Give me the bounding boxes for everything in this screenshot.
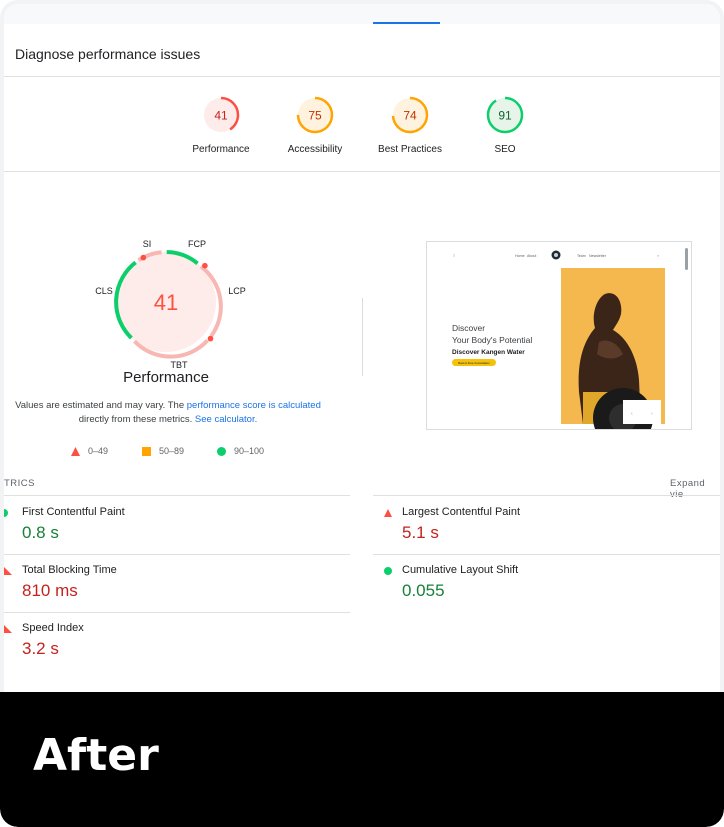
score-ring: 75 <box>296 96 334 134</box>
shot-cta: Book A Free Consultation <box>458 361 490 365</box>
legend-range: 0–49 <box>88 446 109 456</box>
metric-name: Speed Index <box>22 622 84 634</box>
shot-heading: Discover <box>452 323 485 333</box>
legend-range: 90–100 <box>234 446 265 456</box>
performance-title: Performance <box>123 369 209 386</box>
shot-nav-item: Team <box>577 254 586 258</box>
divider <box>4 554 350 555</box>
score-ring: 91 <box>486 96 524 134</box>
divider <box>373 554 720 555</box>
active-tab-indicator <box>373 22 440 24</box>
divider <box>373 495 720 496</box>
label-fcp: FCP <box>188 239 206 249</box>
tab-strip <box>4 4 720 24</box>
shot-heading: Your Body's Potential <box>452 335 532 345</box>
legend-range: 50–89 <box>159 446 185 456</box>
vertical-divider <box>362 298 363 376</box>
screenshot-image: ≡ Home About Team Newsletter ⌕ ‹ › Disco… <box>427 242 691 429</box>
metric-name: Cumulative Layout Shift <box>402 564 519 576</box>
note-text: Values are estimated and may vary. The <box>15 400 185 411</box>
gauge-label: Performance <box>192 144 250 155</box>
gauge-label: SEO <box>494 144 516 155</box>
score-ring: 74 <box>391 96 429 134</box>
metric-value: 3.2 s <box>22 639 59 658</box>
metric-si: Speed Index 3.2 s <box>4 614 352 672</box>
label-lcp: LCP <box>228 286 246 296</box>
gauge-label: Best Practices <box>378 144 442 155</box>
gauge-score: 74 <box>403 109 417 123</box>
metric-value: 810 ms <box>22 581 78 600</box>
label-cls: CLS <box>95 286 113 296</box>
gauge-best-practices[interactable]: 74 Best Practices <box>370 95 450 155</box>
svg-text:⌕: ⌕ <box>657 253 659 258</box>
gauge-label: Accessibility <box>287 144 343 155</box>
metric-name: Largest Contentful Paint <box>402 506 521 518</box>
label-si: SI <box>143 239 152 249</box>
legend-pass: 90–100 <box>217 446 264 456</box>
gauge-performance[interactable]: 41 Performance <box>181 95 261 155</box>
section-title: Diagnose performance issues <box>15 46 201 62</box>
marker-tbt <box>207 335 214 342</box>
metric-value: 0.8 s <box>22 523 59 542</box>
after-banner: After <box>0 692 724 827</box>
fail-triangle-icon <box>384 509 392 517</box>
metric-lcp: Largest Contentful Paint 5.1 s <box>384 498 720 556</box>
app-frame: Diagnose performance issues 41 Performan… <box>0 0 724 827</box>
banner-label: After <box>33 730 159 781</box>
report-panel: Diagnose performance issues 41 Performan… <box>4 4 720 694</box>
metric-cls: Cumulative Layout Shift 0.055 <box>384 556 720 614</box>
fail-triangle-icon <box>4 567 12 575</box>
divider <box>4 495 350 496</box>
shot-nav-item: Newsletter <box>589 254 607 258</box>
legend-fail: 0–49 <box>71 446 108 456</box>
page-screenshot[interactable]: ≡ Home About Team Newsletter ⌕ ‹ › Disco… <box>426 241 692 430</box>
circle-icon <box>217 446 226 456</box>
pass-circle-icon <box>384 567 392 575</box>
pass-circle-icon <box>4 509 8 517</box>
estimate-note: Values are estimated and may vary. The p… <box>12 399 324 427</box>
gauge-score: 75 <box>308 109 322 123</box>
performance-score: 41 <box>154 290 178 315</box>
gauge-seo[interactable]: 91 SEO <box>465 95 545 155</box>
divider <box>4 612 350 613</box>
metric-value: 5.1 s <box>402 523 439 542</box>
divider <box>4 76 720 77</box>
metric-fcp: First Contentful Paint 0.8 s <box>4 498 352 556</box>
square-icon <box>142 446 151 456</box>
gauge-score: 41 <box>214 109 228 123</box>
shot-nav-item: Home <box>515 254 525 258</box>
fail-triangle-icon <box>4 625 12 633</box>
divider <box>4 171 720 172</box>
metric-name: Total Blocking Time <box>22 564 117 576</box>
score-calc-link[interactable]: performance score is calculated <box>187 400 321 411</box>
performance-gauge: 41 SI FCP LCP TBT CLS <box>95 239 246 370</box>
legend-average: 50–89 <box>142 446 184 456</box>
see-calculator-link[interactable]: See calculator. <box>195 414 257 425</box>
note-text: directly from these metrics. <box>78 414 193 425</box>
metric-value: 0.055 <box>402 581 445 600</box>
expand-view-link[interactable]: Expand vie <box>670 478 720 500</box>
gauge-accessibility[interactable]: 75 Accessibility <box>275 95 355 155</box>
metric-name: First Contentful Paint <box>22 506 125 518</box>
marker-lcp <box>202 262 208 269</box>
gauge-score: 91 <box>498 109 512 123</box>
shot-subheading: Discover Kangen Water <box>452 349 525 356</box>
metrics-header: TRICS <box>4 478 35 489</box>
metric-tbt: Total Blocking Time 810 ms <box>4 556 352 614</box>
shot-nav-item: About <box>527 254 536 258</box>
marker-si <box>140 254 147 261</box>
score-ring: 41 <box>202 96 240 134</box>
triangle-icon <box>71 446 80 456</box>
